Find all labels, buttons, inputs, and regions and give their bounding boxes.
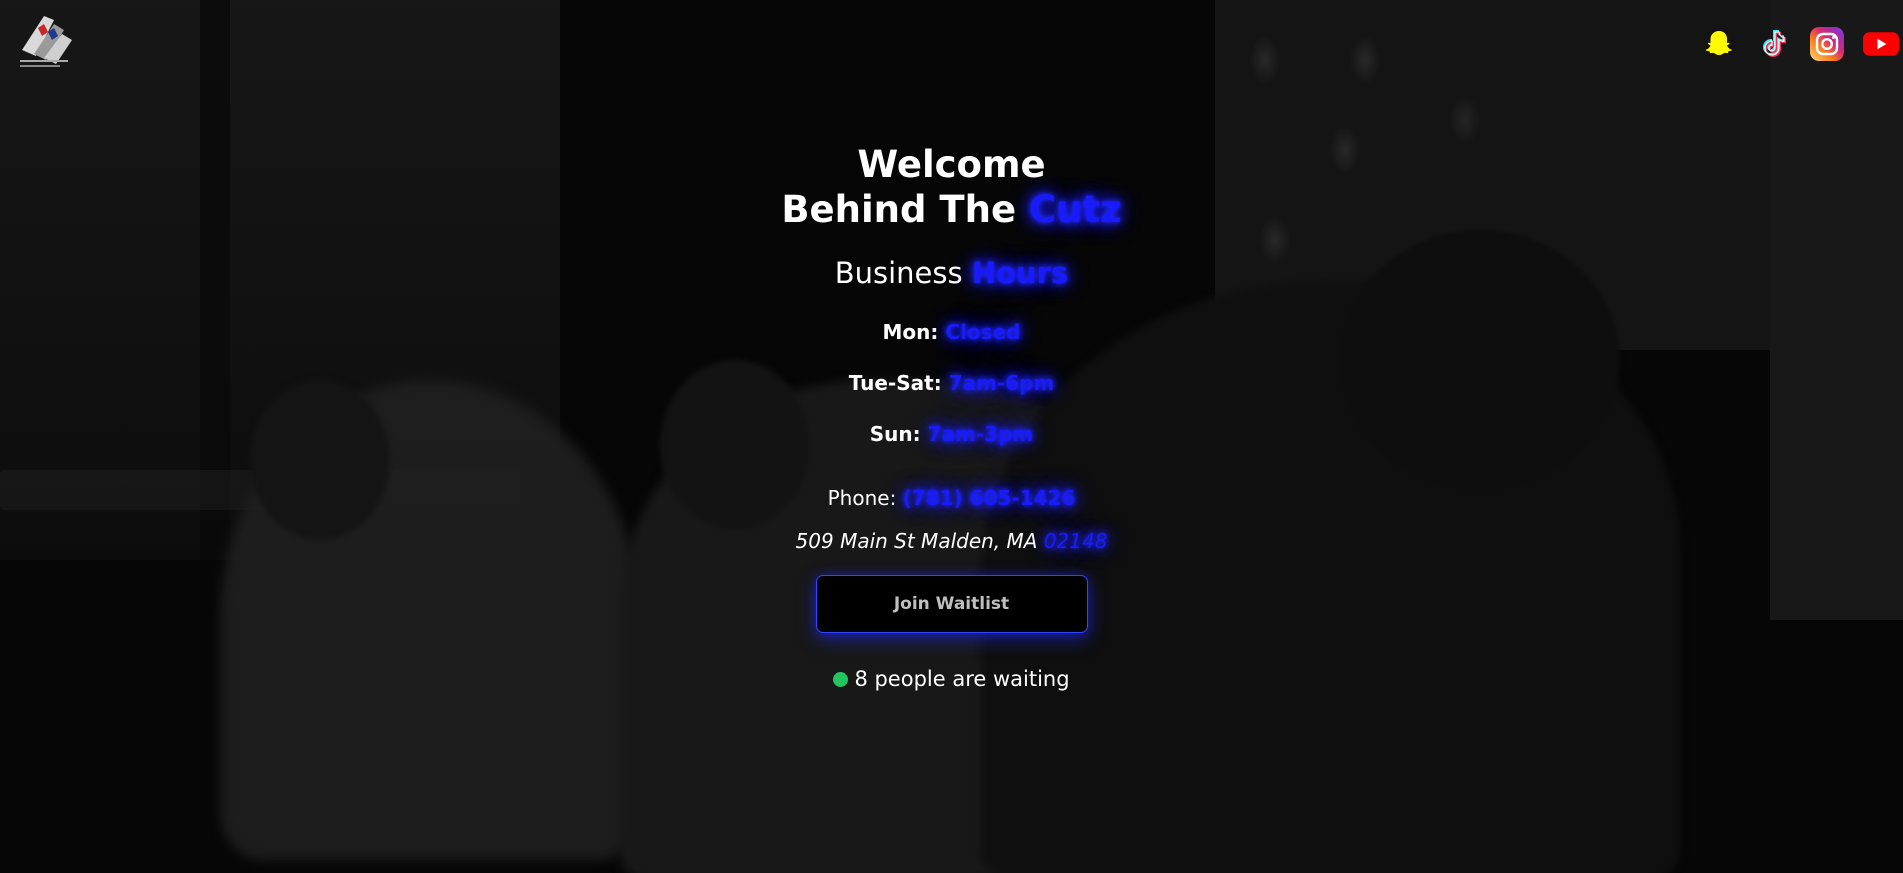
behind-the-text: Behind The — [781, 188, 1017, 231]
business-hours-heading: Business Hours — [0, 256, 1903, 290]
snapchat-icon[interactable] — [1701, 26, 1737, 62]
hours-row-mon: Mon: Closed — [0, 320, 1903, 344]
phone-number-link[interactable]: (781) 605-1426 — [903, 486, 1076, 510]
tiktok-icon[interactable] — [1755, 26, 1791, 62]
day-label: Sun: — [869, 422, 921, 446]
phone-label: Phone: — [827, 486, 897, 510]
day-label: Mon: — [882, 320, 939, 344]
hours-value: 7am-6pm — [948, 371, 1055, 395]
zip-code: 02148 — [1043, 529, 1108, 553]
day-label: Tue-Sat: — [848, 371, 942, 395]
waiting-count-text: 8 people are waiting — [854, 667, 1070, 691]
hours-value: 7am-3pm — [927, 422, 1034, 446]
youtube-icon[interactable] — [1863, 26, 1899, 62]
barbershop-logo-icon[interactable] — [14, 10, 78, 74]
hours-text: Hours — [971, 256, 1069, 290]
cutz-text: Cutz — [1028, 188, 1122, 231]
hours-value: Closed — [945, 320, 1021, 344]
waitlist-status: 8 people are waiting — [0, 667, 1903, 691]
hours-row-sun: Sun: 7am-3pm — [0, 422, 1903, 446]
status-dot-icon — [833, 671, 849, 687]
business-text: Business — [834, 256, 963, 290]
page-title: Welcome Behind The Cutz — [0, 142, 1903, 232]
social-links — [1701, 26, 1899, 62]
phone-line: Phone: (781) 605-1426 — [0, 486, 1903, 510]
address-line: 509 Main St Malden, MA 02148 — [0, 529, 1903, 553]
hero: Welcome Behind The Cutz Business Hours M… — [0, 142, 1903, 691]
street-address: 509 Main St Malden, MA — [795, 529, 1038, 553]
welcome-text: Welcome — [857, 143, 1046, 186]
join-waitlist-button[interactable]: Join Waitlist — [815, 575, 1088, 633]
instagram-icon[interactable] — [1809, 26, 1845, 62]
hours-row-tue-sat: Tue-Sat: 7am-6pm — [0, 371, 1903, 395]
